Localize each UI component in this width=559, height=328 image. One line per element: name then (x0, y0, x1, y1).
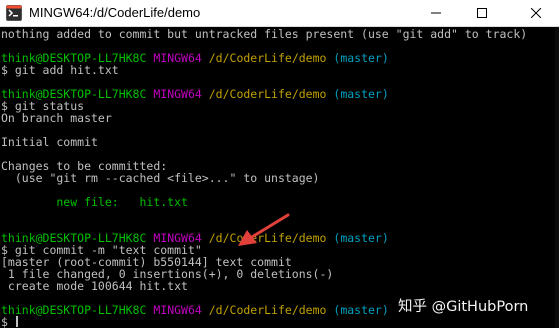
prompt-path: /d/CoderLife/demo (208, 87, 327, 101)
prompt-path: /d/CoderLife/demo (208, 51, 327, 65)
close-button[interactable] (513, 0, 559, 27)
watermark: 知乎 @GitHubPorn (398, 299, 529, 315)
prompt-path: /d/CoderLife/demo (208, 303, 327, 317)
maximize-button[interactable] (459, 0, 505, 27)
terminal-line: (use "git rm --cached <file>..." to unst… (1, 171, 320, 185)
staged-file-line: new file: hit.txt (1, 195, 188, 209)
terminal-line: nothing added to commit but untracked fi… (1, 27, 528, 41)
prompt-branch: (master) (333, 231, 389, 245)
prompt-env: MINGW64 (153, 51, 202, 65)
annotation-arrow-icon (238, 213, 290, 246)
prompt-line: think@DESKTOP-LL7HK8C MINGW64 /d/CoderLi… (1, 304, 389, 316)
minimize-button[interactable] (413, 0, 459, 27)
command-line: $ git add hit.txt (1, 63, 119, 77)
prompt-env: MINGW64 (153, 303, 202, 317)
scrollbar[interactable] (555, 27, 559, 328)
terminal-output[interactable]: nothing added to commit but untracked fi… (0, 27, 559, 328)
title-bar: MINGW64:/d/CoderLife/demo (0, 0, 559, 27)
terminal-line: On branch master (1, 111, 112, 125)
prompt-symbol: $ (1, 315, 15, 328)
prompt-branch: (master) (333, 87, 389, 101)
maximize-icon (477, 8, 487, 18)
prompt-branch: (master) (333, 303, 389, 317)
prompt-env: MINGW64 (153, 87, 202, 101)
command-input-line[interactable]: $ (1, 316, 18, 328)
close-icon (531, 8, 541, 18)
minimize-icon (431, 12, 441, 14)
terminal-line: create mode 100644 hit.txt (1, 279, 188, 293)
git-bash-icon (6, 5, 22, 21)
text-cursor (15, 316, 18, 327)
terminal-line: Initial commit (1, 135, 98, 149)
prompt-user: think@DESKTOP-LL7HK8C (1, 303, 147, 317)
window-title: MINGW64:/d/CoderLife/demo (29, 5, 201, 20)
prompt-branch: (master) (333, 51, 389, 65)
